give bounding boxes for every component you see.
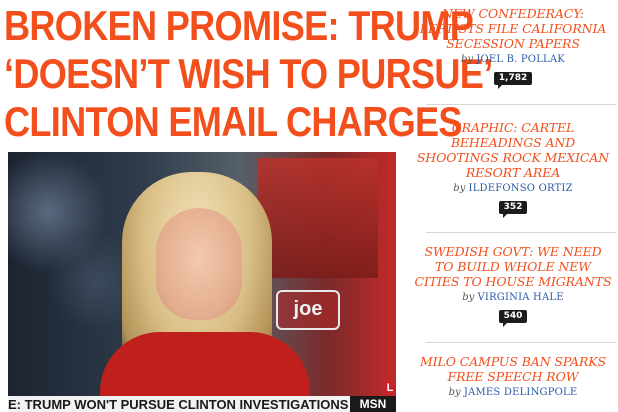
author-link[interactable]: JOEL B. POLLAK <box>476 54 565 65</box>
byline: by JOEL B. POLLAK <box>408 54 618 65</box>
title-line: SHOOTINGS ROCK MEXICAN <box>416 150 610 165</box>
title-line: RESORT AREA <box>465 165 561 180</box>
title-line: FREE SPEECH ROW <box>447 369 579 384</box>
title-line: GRAPHIC: CARTEL <box>451 120 575 135</box>
title-line: LEFTISTS FILE CALIFORNIA <box>419 21 607 36</box>
background-lights <box>8 152 138 352</box>
headline-line: ‘DOESN’T WISH TO PURSUE’ <box>4 50 493 97</box>
story-title-link[interactable]: SWEDISH GOVT: WE NEED TO BUILD WHOLE NEW… <box>408 244 618 289</box>
news-ticker: E: TRUMP WON'T PURSUE CLINTON INVESTIGAT… <box>8 396 396 412</box>
author-link[interactable]: JAMES DELINGPOLE <box>464 387 578 398</box>
divider <box>426 232 616 233</box>
title-line: SECESSION PAPERS <box>446 36 580 51</box>
story-title-link[interactable]: MILO CAMPUS BAN SPARKS FREE SPEECH ROW <box>408 354 618 384</box>
headline-line: BROKEN PROMISE: TRUMP <box>4 2 474 49</box>
story-title-link[interactable]: NEW CONFEDERACY: LEFTISTS FILE CALIFORNI… <box>408 6 618 51</box>
ticker-text: E: TRUMP WON'T PURSUE CLINTON INVESTIGAT… <box>8 396 349 412</box>
background-screen <box>258 158 378 278</box>
by-label: by <box>448 387 461 398</box>
sidebar-story-list: NEW CONFEDERACY: LEFTISTS FILE CALIFORNI… <box>408 0 618 412</box>
sidebar-story: GRAPHIC: CARTEL BEHEADINGS AND SHOOTINGS… <box>408 120 618 218</box>
title-line: MILO CAMPUS BAN SPARKS <box>419 354 606 369</box>
title-line: CITIES TO HOUSE MIGRANTS <box>414 274 612 289</box>
sidebar-story: SWEDISH GOVT: WE NEED TO BUILD WHOLE NEW… <box>408 244 618 327</box>
comment-count-badge[interactable]: 540 <box>498 310 528 327</box>
divider <box>426 104 616 105</box>
headline-line: CLINTON EMAIL CHARGES <box>4 98 463 145</box>
comment-count-badge[interactable]: 352 <box>498 201 528 218</box>
person-face <box>156 208 242 320</box>
by-label: by <box>462 292 475 303</box>
title-line: SWEDISH GOVT: WE NEED <box>424 244 602 259</box>
network-logo: MSN <box>350 396 396 412</box>
show-logo: joe <box>276 290 340 330</box>
by-label: by <box>461 54 474 65</box>
lead-story-image[interactable]: joe L E: TRUMP WON'T PURSUE CLINTON INVE… <box>8 152 396 412</box>
comment-count-badge[interactable]: 1,782 <box>493 72 533 89</box>
sidebar-story: NEW CONFEDERACY: LEFTISTS FILE CALIFORNI… <box>408 6 618 89</box>
byline: by JAMES DELINGPOLE <box>408 387 618 398</box>
byline: by VIRGINIA HALE <box>408 292 618 303</box>
divider <box>426 342 616 343</box>
by-label: by <box>453 183 466 194</box>
sidebar-story: MILO CAMPUS BAN SPARKS FREE SPEECH ROW b… <box>408 354 618 398</box>
author-link[interactable]: VIRGINIA HALE <box>478 292 564 303</box>
author-link[interactable]: ILDEFONSO ORTIZ <box>469 183 573 194</box>
title-line: BEHEADINGS AND <box>450 135 576 150</box>
title-line: NEW CONFEDERACY: <box>442 6 584 21</box>
byline: by ILDEFONSO ORTIZ <box>408 183 618 194</box>
title-line: TO BUILD WHOLE NEW <box>434 259 592 274</box>
corner-tag: L <box>384 380 396 396</box>
story-title-link[interactable]: GRAPHIC: CARTEL BEHEADINGS AND SHOOTINGS… <box>408 120 618 180</box>
main-headline-link[interactable]: BROKEN PROMISE: TRUMP ‘DOESN’T WISH TO P… <box>4 2 493 146</box>
